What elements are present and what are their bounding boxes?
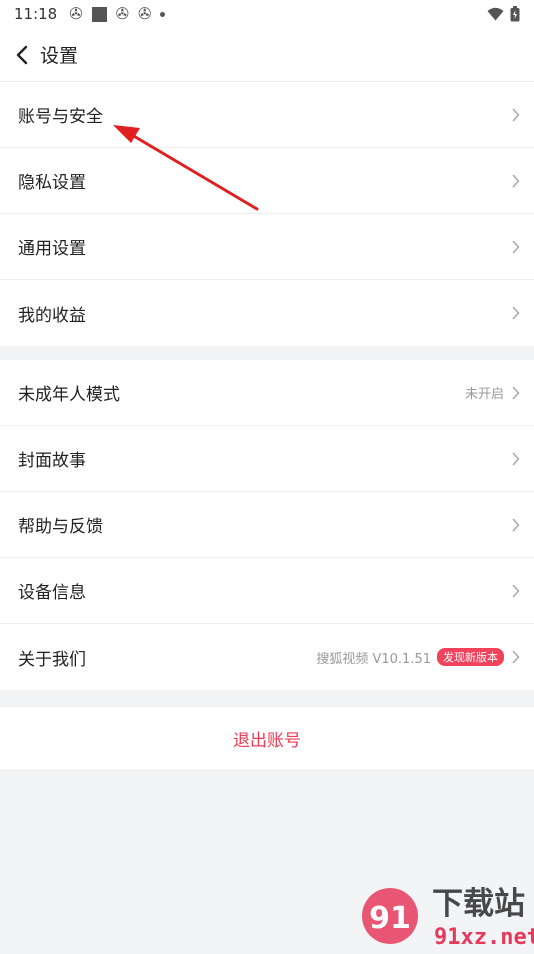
chevron-right-icon [510, 584, 522, 598]
back-button[interactable] [2, 28, 42, 82]
notification-icon: ✇ [138, 4, 152, 23]
svg-text:下载站: 下载站 [432, 886, 525, 922]
settings-item-label: 封面故事 [18, 451, 86, 471]
app-version-text: 搜狐视频 V10.1.51 [316, 651, 431, 667]
notification-icon: ✇ [69, 4, 83, 23]
page-title: 设置 [40, 45, 79, 67]
settings-group-account: 账号与安全 隐私设置 通用设置 我的收益 [0, 82, 534, 346]
settings-item-label: 隐私设置 [18, 173, 86, 193]
chevron-right-icon [510, 518, 522, 532]
settings-item-label: 账号与安全 [18, 107, 103, 127]
logout-label: 退出账号 [233, 731, 301, 751]
battery-icon [510, 6, 520, 22]
settings-item-label: 帮助与反馈 [18, 517, 103, 537]
settings-group-misc: 未成年人模式 未开启 封面故事 帮助与反馈 设备信息 关于我们 搜狐视频 V10… [0, 360, 534, 690]
wifi-icon [487, 7, 504, 21]
more-notifications-dot-icon [160, 11, 166, 17]
svg-text:91: 91 [369, 901, 411, 936]
chevron-left-icon [16, 45, 28, 64]
new-version-badge: 发现新版本 [437, 648, 504, 666]
chevron-right-icon [510, 240, 522, 254]
logout-button[interactable]: 退出账号 [0, 706, 534, 771]
top-app-bar: 设置 [0, 28, 534, 82]
notification-icon: ✇ [115, 4, 130, 23]
settings-item-help-feedback[interactable]: 帮助与反馈 [0, 492, 534, 558]
watermark-logo: 91 下载站 91xz.net [360, 876, 534, 950]
settings-item-privacy[interactable]: 隐私设置 [0, 148, 534, 214]
settings-item-label: 关于我们 [18, 649, 86, 670]
settings-item-earnings[interactable]: 我的收益 [0, 280, 534, 346]
chevron-right-icon [510, 108, 522, 122]
chevron-right-icon [510, 452, 522, 466]
status-bar: 11:18 ✇ ✇ ✇ [0, 0, 534, 28]
settings-item-about-us[interactable]: 关于我们 搜狐视频 V10.1.51 发现新版本 [0, 624, 534, 690]
chevron-right-icon [510, 306, 522, 320]
minor-mode-status: 未开启 [464, 387, 504, 402]
status-time: 11:18 [14, 5, 58, 23]
settings-item-device-info[interactable]: 设备信息 [0, 558, 534, 624]
app-notification-icon [91, 6, 107, 22]
settings-item-label: 通用设置 [18, 239, 86, 259]
settings-item-account-security[interactable]: 账号与安全 [0, 82, 534, 148]
svg-text:91xz.net: 91xz.net [434, 925, 534, 950]
chevron-right-icon [510, 174, 522, 188]
settings-item-cover-story[interactable]: 封面故事 [0, 426, 534, 492]
settings-item-minor-mode[interactable]: 未成年人模式 未开启 [0, 360, 534, 426]
settings-item-label: 未成年人模式 [18, 385, 120, 405]
chevron-right-icon [510, 386, 522, 400]
settings-item-general[interactable]: 通用设置 [0, 214, 534, 280]
settings-item-label: 我的收益 [18, 305, 86, 326]
chevron-right-icon [510, 650, 522, 664]
settings-item-label: 设备信息 [18, 583, 86, 603]
